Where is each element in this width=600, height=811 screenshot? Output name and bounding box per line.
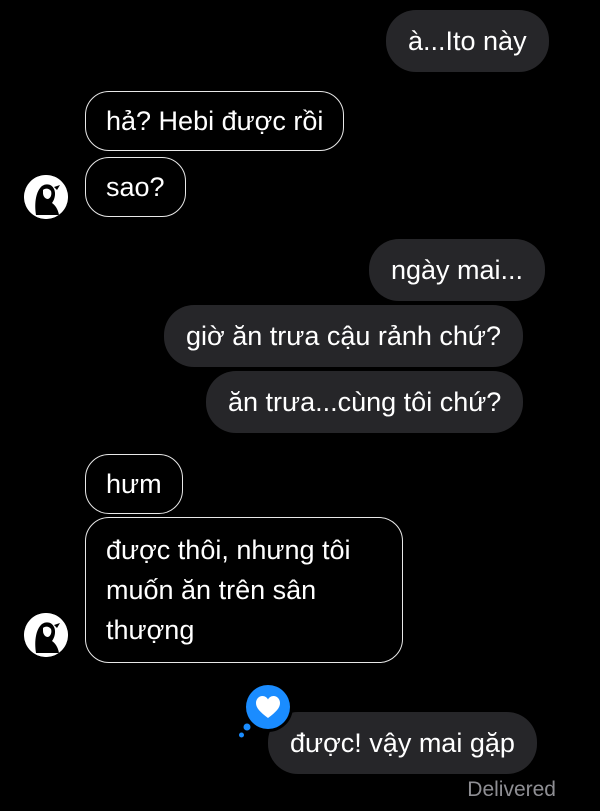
message-received[interactable]: hả? Hebi được rồi	[85, 91, 345, 151]
person-avatar-icon	[24, 613, 68, 657]
message-text: ngày mai...	[391, 255, 524, 285]
heart-icon	[239, 682, 293, 738]
heart-reaction[interactable]	[238, 680, 298, 740]
message-text: ăn trưa...cùng tôi chứ?	[228, 387, 502, 417]
message-received[interactable]: hưm	[85, 454, 183, 514]
message-text: à...Ito này	[408, 26, 527, 56]
chat-thread: à...Ito này hả? Hebi được rồi sao? ngày …	[0, 0, 600, 811]
message-text: sao?	[106, 172, 165, 202]
message-sent[interactable]: giờ ăn trưa cậu rảnh chứ?	[164, 305, 524, 367]
delivered-status: Delivered	[467, 778, 556, 801]
message-text: hả? Hebi được rồi	[106, 106, 324, 136]
message-sent[interactable]: à...Ito này	[386, 10, 549, 72]
message-sent[interactable]: ngày mai...	[369, 239, 546, 301]
message-sent[interactable]: ăn trưa...cùng tôi chứ?	[206, 371, 524, 433]
message-sent[interactable]: được! vậy mai gặp	[268, 712, 537, 774]
message-received[interactable]: sao?	[85, 157, 186, 217]
avatar[interactable]	[24, 613, 68, 657]
message-text: được thôi, nhưng tôi muốn ăn trên sân th…	[106, 535, 351, 645]
message-received[interactable]: được thôi, nhưng tôi muốn ăn trên sân th…	[85, 517, 403, 663]
person-avatar-icon	[24, 175, 68, 219]
message-text: hưm	[106, 469, 162, 499]
avatar[interactable]	[24, 175, 68, 219]
message-text: được! vậy mai gặp	[290, 728, 515, 758]
message-text: giờ ăn trưa cậu rảnh chứ?	[186, 321, 502, 351]
